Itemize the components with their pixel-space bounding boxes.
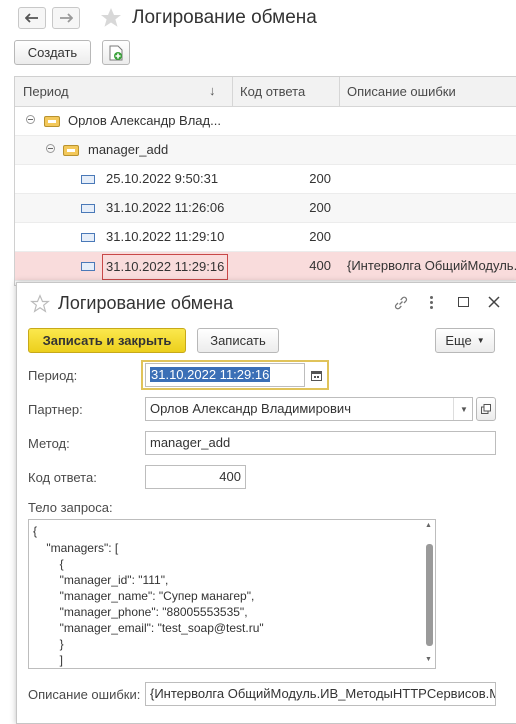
scrollbar-thumb[interactable] bbox=[426, 544, 433, 646]
cell-error: {Интерволга ОбщийМодуль. bbox=[347, 258, 516, 273]
column-period[interactable]: Период bbox=[15, 77, 232, 106]
record-icon bbox=[81, 175, 95, 184]
table-row[interactable]: 25.10.2022 9:50:31 200 bbox=[15, 165, 516, 194]
sort-indicator: ↓ bbox=[209, 83, 216, 98]
collapse-icon[interactable] bbox=[46, 144, 55, 153]
error-description-field[interactable]: {Интерволга ОбщийМодуль.ИВ_МетодыHTTPСер… bbox=[145, 682, 496, 706]
group-folder-icon bbox=[63, 145, 79, 156]
collapse-icon[interactable] bbox=[26, 115, 35, 124]
partner-open-button[interactable] bbox=[476, 397, 496, 421]
calendar-icon bbox=[310, 370, 322, 381]
period-label: Период: bbox=[28, 368, 78, 383]
calendar-button[interactable] bbox=[306, 364, 326, 386]
save-button[interactable]: Записать bbox=[197, 328, 279, 353]
request-body-label: Тело запроса: bbox=[28, 500, 113, 515]
request-body-textarea[interactable]: { "managers": [ { "manager_id": "111", "… bbox=[28, 519, 436, 669]
group-folder-icon bbox=[44, 116, 60, 127]
cell-code: 400 bbox=[309, 258, 331, 273]
cell-period: 25.10.2022 9:50:31 bbox=[106, 171, 219, 186]
table-row[interactable]: 31.10.2022 11:26:06 200 bbox=[15, 194, 516, 223]
error-description-label: Описание ошибки: bbox=[28, 687, 141, 702]
back-button[interactable] bbox=[18, 7, 46, 29]
create-button[interactable]: Создать bbox=[14, 40, 91, 65]
close-icon[interactable] bbox=[487, 295, 501, 309]
body-line: "manager_phone": "88005553535", bbox=[33, 605, 248, 619]
body-line: "manager_id": "111", bbox=[33, 573, 169, 587]
group-label: manager_add bbox=[88, 142, 169, 157]
save-and-close-button[interactable]: Записать и закрыть bbox=[28, 328, 186, 353]
partner-dropdown-button[interactable]: ▼ bbox=[453, 398, 474, 420]
body-line: { bbox=[33, 557, 64, 571]
scroll-down-arrow-icon[interactable]: ▼ bbox=[425, 656, 432, 663]
group-label: Орлов Александр Влад... bbox=[68, 113, 221, 128]
cell-code: 200 bbox=[309, 200, 331, 215]
more-actions-icon[interactable] bbox=[430, 296, 434, 310]
forward-button[interactable] bbox=[52, 7, 80, 29]
arrow-right-icon bbox=[60, 13, 73, 23]
partner-label: Партнер: bbox=[28, 402, 83, 417]
record-icon bbox=[81, 262, 95, 271]
body-line: } bbox=[33, 637, 64, 651]
partner-field[interactable]: Орлов Александр Владимирович bbox=[145, 397, 473, 421]
period-field[interactable]: 31.10.2022 11:29:16 bbox=[145, 363, 305, 387]
body-line: ] bbox=[33, 653, 64, 667]
column-code[interactable]: Код ответа bbox=[232, 77, 339, 106]
cell-code: 200 bbox=[309, 229, 331, 244]
favorite-star-icon[interactable] bbox=[29, 294, 51, 314]
dropdown-arrow-icon: ▼ bbox=[476, 336, 485, 345]
record-icon bbox=[81, 233, 95, 242]
scroll-up-arrow-icon[interactable]: ▲ bbox=[425, 522, 432, 529]
column-error[interactable]: Описание ошибки bbox=[339, 77, 516, 106]
favorite-star-icon[interactable] bbox=[99, 6, 123, 30]
body-line: "manager_email": "test_soap@test.ru" bbox=[33, 621, 264, 635]
body-line: "managers": [ bbox=[33, 541, 119, 555]
cell-period: 31.10.2022 11:26:06 bbox=[106, 200, 225, 215]
method-field[interactable]: manager_add bbox=[145, 431, 496, 455]
response-code-field[interactable]: 400 bbox=[145, 465, 246, 489]
list-header: Период ↓ Код ответа Описание ошибки bbox=[15, 77, 516, 107]
group-row-method[interactable]: manager_add bbox=[15, 136, 516, 165]
group-row-partner[interactable]: Орлов Александр Влад... bbox=[15, 107, 516, 136]
response-code-label: Код ответа: bbox=[28, 470, 97, 485]
open-icon bbox=[481, 404, 491, 414]
body-line: "manager_name": "Супер манагер", bbox=[33, 589, 255, 603]
table-row-selected[interactable]: 31.10.2022 11:29:16 400 {Интерволга Общи… bbox=[15, 252, 516, 281]
link-icon[interactable] bbox=[393, 295, 409, 311]
table-row[interactable]: 31.10.2022 11:29:10 200 bbox=[15, 223, 516, 252]
period-value: 31.10.2022 11:29:16 bbox=[150, 367, 271, 382]
method-label: Метод: bbox=[28, 436, 70, 451]
cell-code: 200 bbox=[309, 171, 331, 186]
arrow-left-icon bbox=[25, 13, 38, 23]
dropdown-arrow-icon: ▼ bbox=[460, 404, 468, 414]
page-title: Логирование обмена bbox=[132, 7, 317, 28]
cell-period: 31.10.2022 11:29:10 bbox=[106, 229, 225, 244]
log-list[interactable]: Период ↓ Код ответа Описание ошибки Орло… bbox=[14, 76, 516, 286]
body-line: { bbox=[33, 524, 38, 538]
more-button[interactable]: Еще ▼ bbox=[435, 328, 495, 353]
more-label: Еще bbox=[445, 333, 472, 348]
cell-period: 31.10.2022 11:29:16 bbox=[102, 254, 229, 280]
add-document-button[interactable] bbox=[102, 40, 130, 65]
record-icon bbox=[81, 204, 95, 213]
dialog-title: Логирование обмена bbox=[58, 293, 234, 313]
maximize-icon[interactable] bbox=[458, 297, 469, 307]
add-document-icon bbox=[109, 45, 123, 60]
record-dialog: Логирование обмена Записать и закрыть За… bbox=[16, 282, 516, 724]
